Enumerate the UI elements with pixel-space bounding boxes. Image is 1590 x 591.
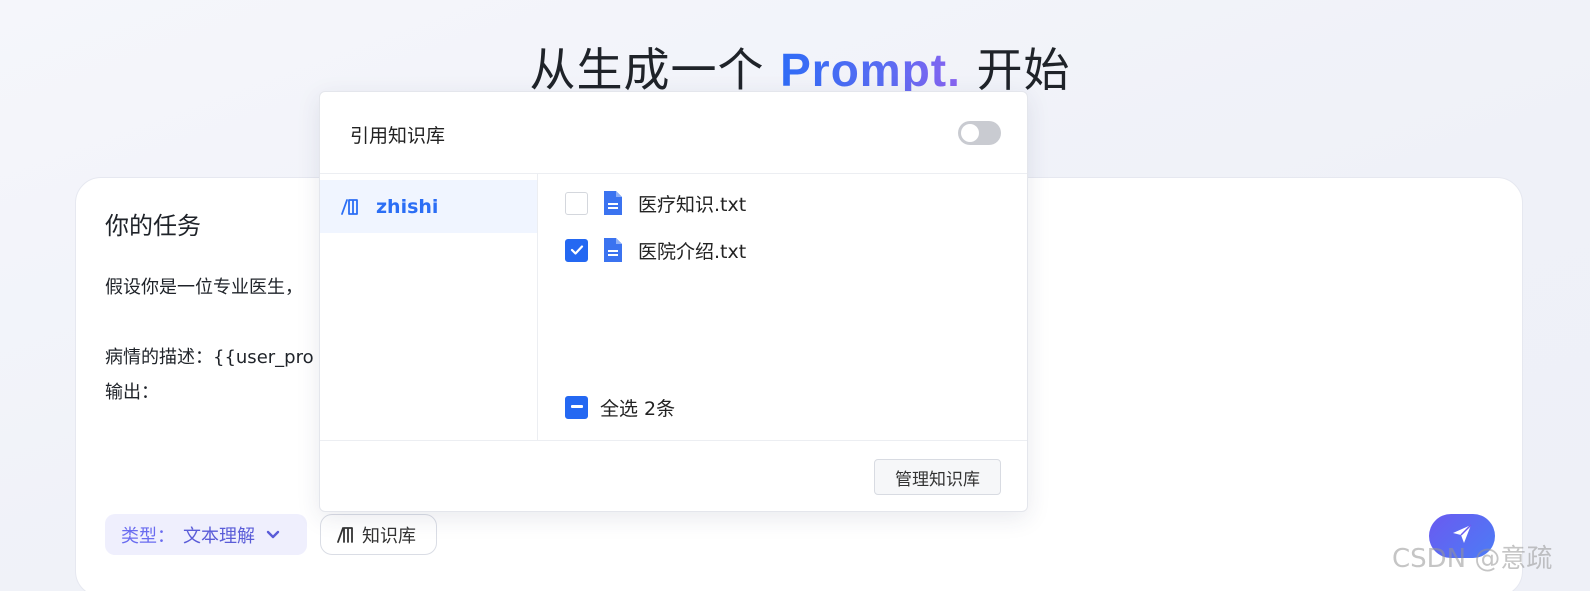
type-selector[interactable]: 类型： 文本理解 bbox=[105, 514, 307, 555]
watermark: CSDN @意疏 bbox=[1392, 544, 1553, 574]
file-checkbox-checked[interactable] bbox=[565, 238, 588, 262]
select-all-label: 全选 2条 bbox=[600, 397, 676, 420]
library-icon bbox=[340, 198, 362, 216]
document-icon bbox=[602, 236, 624, 264]
popup-footer: 管理知识库 bbox=[320, 440, 1027, 513]
headline-prefix: 从生成一个 bbox=[529, 43, 765, 97]
library-name: zhishi bbox=[376, 195, 439, 218]
check-icon bbox=[570, 245, 583, 255]
reference-kb-toggle[interactable] bbox=[958, 121, 1001, 145]
knowledge-base-button[interactable]: 知识库 bbox=[320, 514, 437, 555]
select-all[interactable]: 全选 2条 bbox=[565, 392, 675, 422]
headline-suffix: 开始 bbox=[976, 43, 1071, 97]
type-label: 类型： bbox=[121, 525, 175, 547]
file-item[interactable]: 医院介绍.txt bbox=[565, 235, 746, 265]
toggle-knob bbox=[961, 124, 979, 142]
popup-header: 引用知识库 bbox=[320, 92, 1027, 174]
minus-icon bbox=[570, 405, 583, 408]
file-checkbox[interactable] bbox=[565, 191, 588, 215]
headline-accent: Prompt. bbox=[780, 44, 961, 96]
library-item-zhishi[interactable]: zhishi bbox=[320, 180, 537, 233]
knowledge-base-popup: 引用知识库 zhishi 医疗知识.txt 医院介绍.txt 全选 2条 管理知… bbox=[319, 91, 1028, 512]
select-all-checkbox[interactable] bbox=[565, 395, 588, 419]
file-name: 医院介绍.txt bbox=[638, 240, 747, 263]
document-icon bbox=[602, 189, 624, 217]
knowledge-base-label: 知识库 bbox=[362, 525, 416, 547]
chevron-down-icon bbox=[265, 527, 281, 543]
manage-knowledge-base-button[interactable]: 管理知识库 bbox=[874, 459, 1001, 495]
task-prompt-text[interactable]: 假设你是一位专业医生， 病情的描述：{{user_pro 输出： bbox=[105, 270, 314, 410]
library-list: zhishi bbox=[320, 174, 538, 440]
library-icon bbox=[336, 526, 356, 544]
task-title: 你的任务 bbox=[105, 212, 201, 240]
popup-title: 引用知识库 bbox=[350, 125, 446, 147]
type-value: 文本理解 bbox=[183, 525, 255, 547]
file-item[interactable]: 医疗知识.txt bbox=[565, 188, 746, 218]
file-name: 医疗知识.txt bbox=[638, 193, 747, 216]
